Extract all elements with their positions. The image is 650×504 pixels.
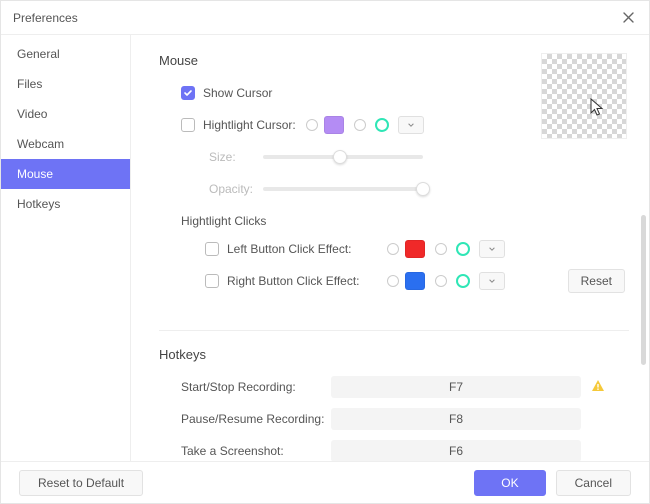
- left-click-row: Left Button Click Effect:: [159, 238, 629, 260]
- highlight-cursor-label: Hightlight Cursor:: [203, 118, 296, 132]
- show-cursor-checkbox[interactable]: [181, 86, 195, 100]
- left-click-ring-swatch[interactable]: [453, 240, 473, 258]
- left-click-solid-swatch[interactable]: [405, 240, 425, 258]
- highlight-cursor-solid-swatch[interactable]: [324, 116, 344, 134]
- body: General Files Video Webcam Mouse Hotkeys…: [1, 35, 649, 461]
- sidebar-item-video[interactable]: Video: [1, 99, 130, 129]
- opacity-slider[interactable]: [263, 187, 423, 191]
- right-click-row: Right Button Click Effect:: [159, 270, 629, 292]
- hotkey-label: Start/Stop Recording:: [181, 380, 331, 394]
- warning-icon: [591, 379, 605, 396]
- hotkey-label: Pause/Resume Recording:: [181, 412, 331, 426]
- sidebar-item-label: Hotkeys: [17, 197, 60, 211]
- opacity-row: Opacity:: [159, 178, 629, 200]
- cancel-button[interactable]: Cancel: [556, 470, 631, 496]
- hotkey-row-pause-resume: Pause/Resume Recording: F8: [159, 408, 629, 430]
- sidebar-item-hotkeys[interactable]: Hotkeys: [1, 189, 130, 219]
- hotkeys-section-title: Hotkeys: [159, 347, 629, 362]
- hotkey-row-screenshot: Take a Screenshot: F6: [159, 440, 629, 461]
- close-icon[interactable]: [619, 9, 637, 27]
- hotkey-row-start-stop: Start/Stop Recording: F7: [159, 376, 629, 398]
- left-click-label: Left Button Click Effect:: [227, 242, 377, 256]
- reset-to-default-button[interactable]: Reset to Default: [19, 470, 143, 496]
- preferences-window: Preferences General Files Video Webcam M…: [0, 0, 650, 504]
- highlight-cursor-ring-radio[interactable]: [354, 119, 366, 131]
- sidebar-item-files[interactable]: Files: [1, 69, 130, 99]
- sidebar-item-label: Files: [17, 77, 42, 91]
- reset-button[interactable]: Reset: [568, 269, 625, 293]
- highlight-cursor-checkbox[interactable]: [181, 118, 195, 132]
- right-click-checkbox[interactable]: [205, 274, 219, 288]
- hotkey-field-start-stop[interactable]: F7: [331, 376, 581, 398]
- footer: Reset to Default OK Cancel: [1, 461, 649, 503]
- highlight-clicks-title: Hightlight Clicks: [181, 214, 629, 228]
- cursor-arrow-icon: [590, 98, 606, 121]
- sidebar-item-label: Webcam: [17, 137, 64, 151]
- section-divider: [159, 330, 629, 331]
- chevron-down-icon: [488, 245, 496, 253]
- left-click-solid-radio[interactable]: [387, 243, 399, 255]
- opacity-label: Opacity:: [209, 182, 263, 196]
- right-click-ring-radio[interactable]: [435, 275, 447, 287]
- sidebar-item-general[interactable]: General: [1, 39, 130, 69]
- chevron-down-icon: [488, 277, 496, 285]
- sidebar-item-webcam[interactable]: Webcam: [1, 129, 130, 159]
- titlebar: Preferences: [1, 1, 649, 35]
- right-click-dropdown[interactable]: [479, 272, 505, 290]
- right-click-label: Right Button Click Effect:: [227, 274, 377, 288]
- content-pane: Mouse Show Cursor Hightlight Cursor:: [131, 35, 649, 461]
- highlight-cursor-dropdown[interactable]: [398, 116, 424, 134]
- hotkey-field-screenshot[interactable]: F6: [331, 440, 581, 461]
- cursor-preview: [541, 53, 627, 139]
- sidebar: General Files Video Webcam Mouse Hotkeys: [1, 35, 131, 461]
- sidebar-item-label: Mouse: [17, 167, 53, 181]
- hotkey-field-pause-resume[interactable]: F8: [331, 408, 581, 430]
- show-cursor-label: Show Cursor: [203, 86, 272, 100]
- left-click-dropdown[interactable]: [479, 240, 505, 258]
- size-label: Size:: [209, 150, 263, 164]
- ok-button[interactable]: OK: [474, 470, 545, 496]
- size-slider[interactable]: [263, 155, 423, 159]
- highlight-cursor-ring-swatch[interactable]: [372, 116, 392, 134]
- chevron-down-icon: [407, 121, 415, 129]
- window-title: Preferences: [13, 11, 78, 25]
- left-click-checkbox[interactable]: [205, 242, 219, 256]
- size-row: Size:: [159, 146, 629, 168]
- scrollbar[interactable]: [641, 215, 646, 365]
- sidebar-item-label: Video: [17, 107, 47, 121]
- hotkey-label: Take a Screenshot:: [181, 444, 331, 458]
- right-click-solid-radio[interactable]: [387, 275, 399, 287]
- right-click-ring-swatch[interactable]: [453, 272, 473, 290]
- highlight-cursor-solid-radio[interactable]: [306, 119, 318, 131]
- sidebar-item-mouse[interactable]: Mouse: [1, 159, 130, 189]
- left-click-ring-radio[interactable]: [435, 243, 447, 255]
- right-click-solid-swatch[interactable]: [405, 272, 425, 290]
- sidebar-item-label: General: [17, 47, 60, 61]
